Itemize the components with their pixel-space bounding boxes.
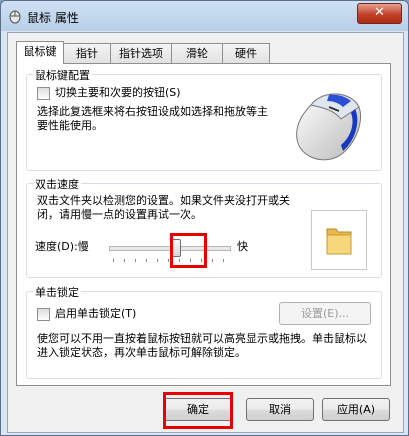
slider-highlight-box xyxy=(170,233,207,268)
slider-tick xyxy=(113,259,114,262)
tab-wheel[interactable]: 滑轮 xyxy=(171,43,223,63)
folder-icon[interactable] xyxy=(324,223,354,257)
slider-tick xyxy=(135,259,136,262)
slider-tick xyxy=(146,259,147,262)
window-title: 鼠标 属性 xyxy=(27,11,79,25)
double-click-description: 双击文件夹以检测您的设置。如果文件夹没打开或关闭，请用慢一点的设置再试一次。 xyxy=(37,194,290,221)
slider-tick xyxy=(168,259,169,262)
slider-tick xyxy=(223,259,224,262)
click-lock-description: 使您可以不用一直按着鼠标按钮就可以高亮显示或拖拽。单击鼠标以进入锁定状态，再次单… xyxy=(37,332,367,359)
close-button[interactable]: ✕ xyxy=(357,3,402,24)
speed-slow-label: 速度(D):慢 xyxy=(35,240,89,253)
slider-tick xyxy=(157,259,158,262)
switch-buttons-label[interactable]: 切换主要和次要的按钮(S) xyxy=(55,86,181,100)
test-folder-area[interactable] xyxy=(311,210,367,270)
button-config-description: 选择此复选框来将右按钮设成如选择和拖放等主要性能使用。 xyxy=(37,105,268,132)
switch-buttons-checkbox[interactable] xyxy=(37,87,50,100)
click-lock-title: 单击锁定 xyxy=(33,284,81,300)
click-lock-group: 单击锁定 启用单击锁定(T) 设置(E)... 使您可以不用一直按着鼠标按钮就可… xyxy=(26,284,382,379)
click-lock-checkbox[interactable] xyxy=(37,308,50,321)
slider-tick xyxy=(212,259,213,262)
mouse-properties-window: 鼠标 属性 ✕ 鼠标键 指针 指针选项 滑轮 硬件 鼠标键配置 切换主要和次要的… xyxy=(0,0,409,436)
click-lock-label[interactable]: 启用单击锁定(T) xyxy=(55,307,136,321)
button-config-group: 鼠标键配置 切换主要和次要的按钮(S) 选择此复选框来将右按钮设成如选择和拖放等… xyxy=(26,67,382,171)
tab-pointers[interactable]: 指针 xyxy=(63,43,111,63)
tab-buttons[interactable]: 鼠标键 xyxy=(16,41,64,64)
button-config-title: 鼠标键配置 xyxy=(33,67,92,83)
mouse-image xyxy=(296,93,361,161)
mouse-app-icon xyxy=(9,10,21,24)
speed-fast-label: 快 xyxy=(237,240,248,253)
tab-pointer-options[interactable]: 指针选项 xyxy=(110,43,172,63)
cancel-button[interactable]: 取消 xyxy=(246,398,314,421)
apply-button[interactable]: 应用(A) xyxy=(322,398,390,421)
buttons-panel: 鼠标键配置 切换主要和次要的按钮(S) 选择此复选框来将右按钮设成如选择和拖放等… xyxy=(16,63,391,386)
double-click-title: 双击速度 xyxy=(33,176,81,192)
ok-highlight-box xyxy=(163,392,233,429)
click-lock-settings-button[interactable]: 设置(E)... xyxy=(279,302,371,325)
title-bar[interactable]: 鼠标 属性 ✕ xyxy=(1,1,408,31)
slider-tick xyxy=(124,259,125,262)
tab-hardware[interactable]: 硬件 xyxy=(222,43,270,63)
